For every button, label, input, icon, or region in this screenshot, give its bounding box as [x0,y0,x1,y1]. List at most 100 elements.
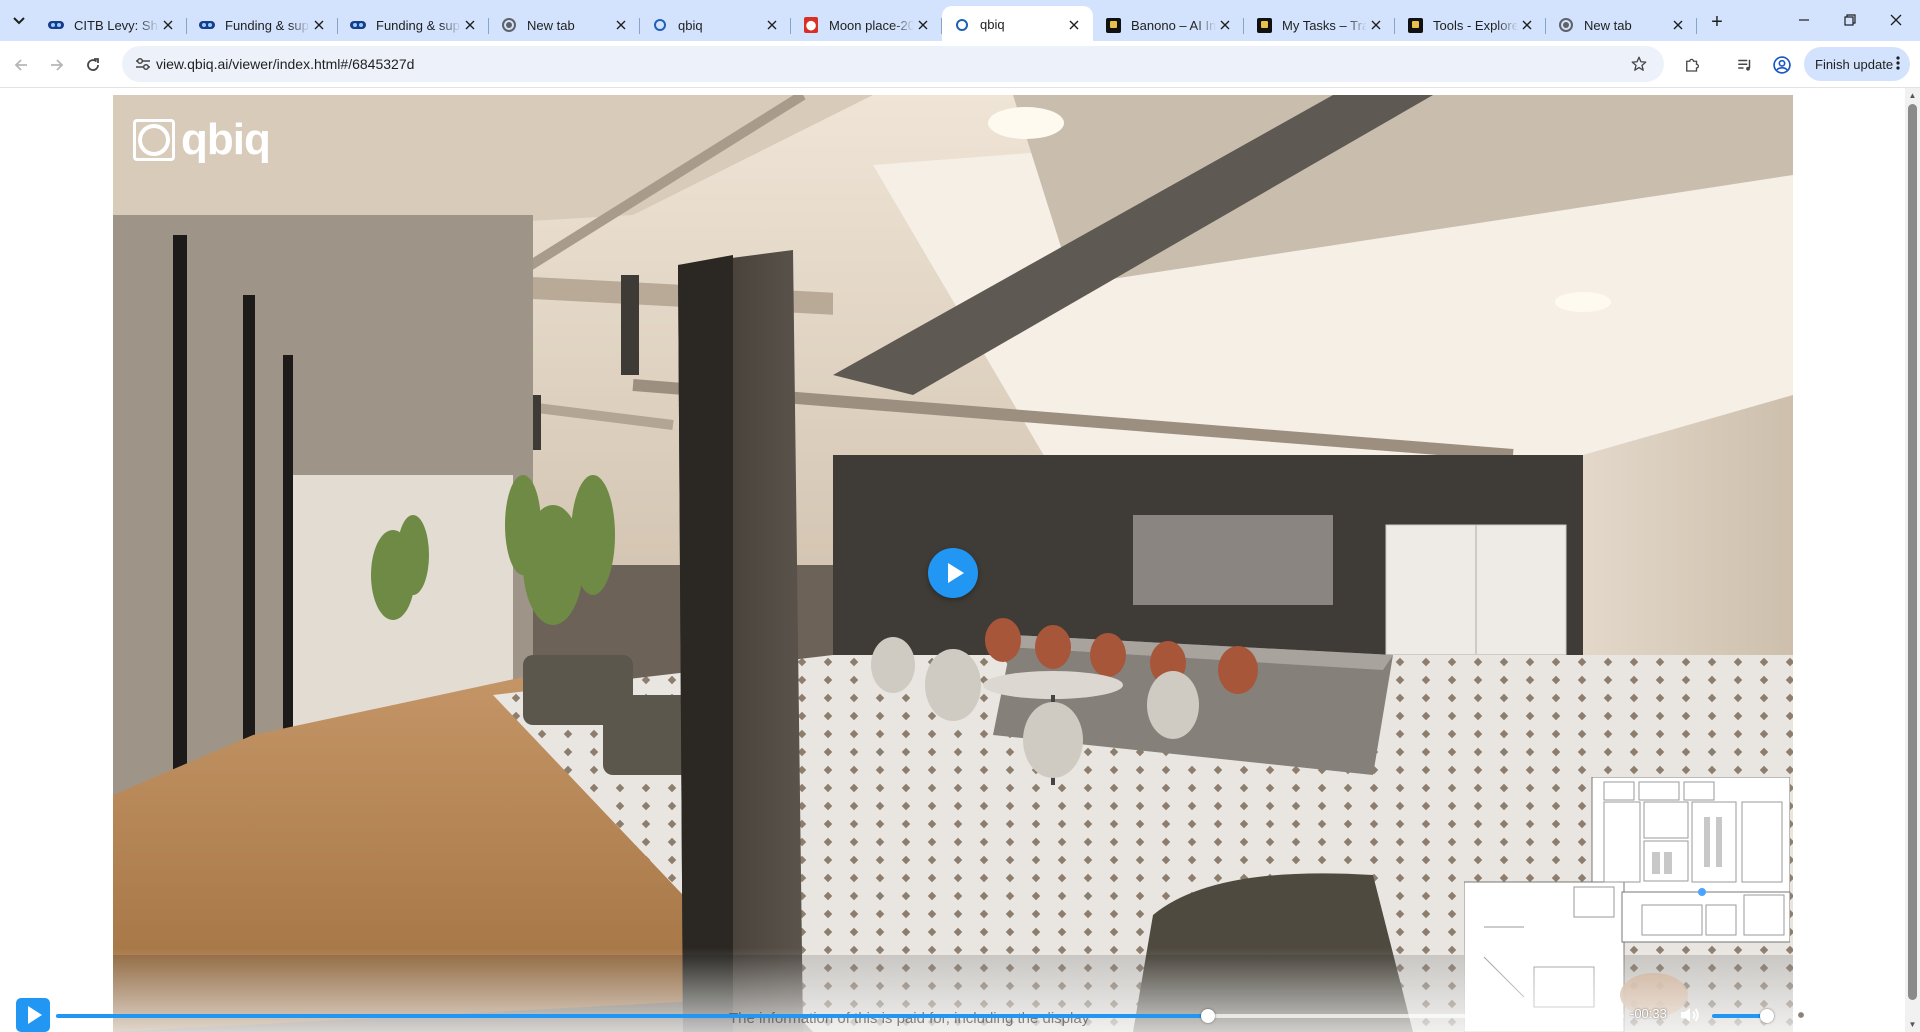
tab-search-button[interactable] [6,8,32,34]
play-button[interactable] [16,998,50,1032]
new-tab-button[interactable]: + [1703,8,1731,36]
browser-tab[interactable]: qbiq [942,6,1093,43]
subtitle-text: The information of this is paid for, inc… [729,1010,1090,1027]
banono-icon [1105,17,1121,33]
site-info-button[interactable] [134,55,152,73]
chevron-down-icon [13,17,25,25]
close-icon [1522,20,1532,30]
finish-update-label: Finish update [1815,56,1894,72]
tab-title: qbiq [678,17,703,33]
volume-button[interactable] [1678,1003,1702,1027]
reload-button[interactable] [78,50,108,80]
tab-title: Banono – AI Im [1131,17,1216,33]
tab-close-button[interactable] [763,16,781,34]
forward-button[interactable] [42,50,72,80]
pdf-icon: ⬤ [803,17,819,33]
tab-title: New tab [1584,17,1632,33]
close-icon [1371,20,1381,30]
puzzle-icon [1686,58,1700,72]
page-content: qbiq The information of this is paid for… [0,88,1920,1032]
tab-close-button[interactable] [310,16,328,34]
seek-bar-progress [56,1014,1209,1018]
browser-tab[interactable]: Banono – AI Im [1093,8,1244,42]
tab-title: Funding & sup [376,17,460,33]
browser-tab[interactable]: Funding & sup [338,8,489,42]
close-window-button[interactable] [1876,6,1916,34]
star-icon [1631,56,1647,71]
bookmark-button[interactable] [1628,53,1650,75]
reload-icon [87,58,99,71]
time-remaining: -00:33 [1630,1006,1667,1021]
scroll-up-arrow-icon[interactable]: ▲ [1908,90,1917,100]
browser-tab[interactable]: Funding & sup [187,8,338,42]
popout-icon [1829,1008,1843,1022]
tab-close-button[interactable] [159,16,177,34]
arrow-right-icon [51,59,64,71]
fullscreen-icon [1862,1007,1878,1023]
tab-list: CITB Levy: Sho Funding & sup Funding & sup… [36,4,1697,43]
extensions-button[interactable] [1677,50,1707,80]
volume-handle[interactable] [1759,1009,1774,1023]
tab-title: Funding & sup [225,17,309,33]
close-icon [1220,20,1230,30]
profile-button[interactable] [1767,50,1797,80]
scroll-down-arrow-icon[interactable]: ▼ [1908,1019,1917,1029]
gear-icon [1793,1006,1810,1024]
volume-icon [1681,1008,1699,1022]
qbiq-logo-icon [133,119,175,161]
browser-tab[interactable]: qbiq [640,8,791,42]
close-icon [1673,20,1683,30]
tab-close-button[interactable] [612,16,630,34]
settings-button[interactable] [1788,1002,1814,1028]
close-icon [314,20,324,30]
close-icon [465,20,475,30]
browser-tab[interactable]: New tab [1546,8,1697,42]
scrollbar-thumb[interactable] [1908,104,1917,1000]
restore-icon [1844,14,1856,26]
banono-icon [1256,17,1272,33]
browser-tab[interactable]: New tab [489,8,640,42]
volume-slider[interactable] [1712,1009,1774,1023]
browser-tab[interactable]: Tools - Explore [1395,8,1546,42]
tab-title: CITB Levy: Sho [74,17,159,33]
browser-tab[interactable]: ⬤ Moon place-20 [791,8,942,42]
tab-close-button[interactable] [914,16,932,34]
url-text[interactable]: view.qbiq.ai/viewer/index.html#/6845327d [156,56,414,72]
tab-close-button[interactable] [1518,16,1536,34]
browser-tab[interactable]: My Tasks – Trac [1244,8,1395,42]
logo-text: qbiq [181,115,271,164]
tab-close-button[interactable] [461,16,479,34]
citb-icon [350,17,366,33]
minimize-button[interactable] [1784,6,1824,34]
account-icon [1773,56,1791,74]
volume-level [1712,1014,1767,1018]
media-controls-button[interactable] [1730,50,1760,80]
tab-close-button[interactable] [1216,16,1234,34]
tab-title: My Tasks – Trac [1282,17,1367,33]
arrow-left-icon [14,59,27,71]
tab-close-button[interactable] [1065,16,1083,34]
fullscreen-button[interactable] [1857,1002,1883,1028]
seek-bar[interactable] [56,1009,1624,1023]
qbiq-icon [954,17,970,33]
video-player[interactable]: qbiq [113,95,1793,1032]
qbiq-icon [652,17,668,33]
minimize-icon [1799,19,1809,21]
big-play-button[interactable] [928,548,978,598]
close-icon [616,20,626,30]
browser-tab[interactable]: CITB Levy: Sho [36,8,187,42]
tab-title: New tab [527,17,575,33]
tab-close-button[interactable] [1367,16,1385,34]
finish-update-button[interactable]: Finish update [1804,47,1910,81]
page-scrollbar[interactable]: ▲ ▼ [1905,88,1920,1032]
more-vert-icon [1896,56,1900,73]
browser-toolbar: view.qbiq.ai/viewer/index.html#/6845327d… [0,41,1920,88]
popout-button[interactable] [1823,1002,1849,1028]
tab-close-button[interactable] [1669,16,1687,34]
citb-icon [48,17,64,33]
close-icon [767,20,777,30]
address-bar[interactable]: view.qbiq.ai/viewer/index.html#/6845327d [122,46,1664,82]
back-button[interactable] [6,50,36,80]
restore-button[interactable] [1830,6,1870,34]
tune-icon [136,57,150,71]
